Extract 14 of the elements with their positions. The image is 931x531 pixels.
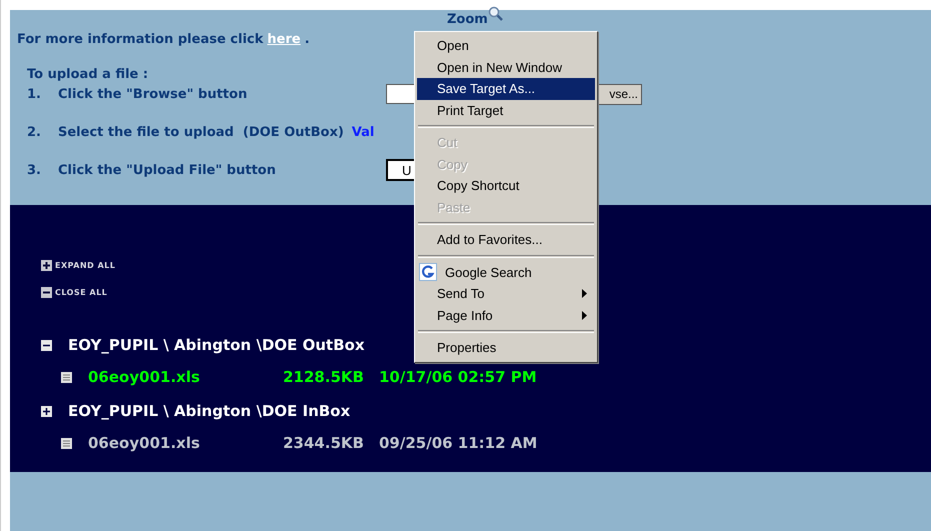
step-text: Select the file to upload (DOE OutBox)	[58, 124, 344, 140]
step-text: Click the "Upload File" button	[58, 162, 277, 178]
period-text: .	[304, 32, 310, 47]
step-number: 2.	[27, 124, 42, 140]
file-size: 2344.5KB	[283, 434, 365, 452]
valid-note-text: Val	[352, 124, 374, 140]
info-text: For more information please click	[17, 32, 264, 47]
file-date: 10/17/06 02:57 PM	[379, 368, 537, 386]
upload-heading: To upload a file :	[27, 67, 148, 83]
file-date: 09/25/06 11:12 AM	[379, 434, 538, 452]
step-text: Click the "Browse" button	[58, 86, 248, 102]
file-size: 2128.5KB	[283, 368, 365, 386]
step-number: 3.	[27, 162, 42, 178]
step-number: 1.	[27, 86, 42, 102]
